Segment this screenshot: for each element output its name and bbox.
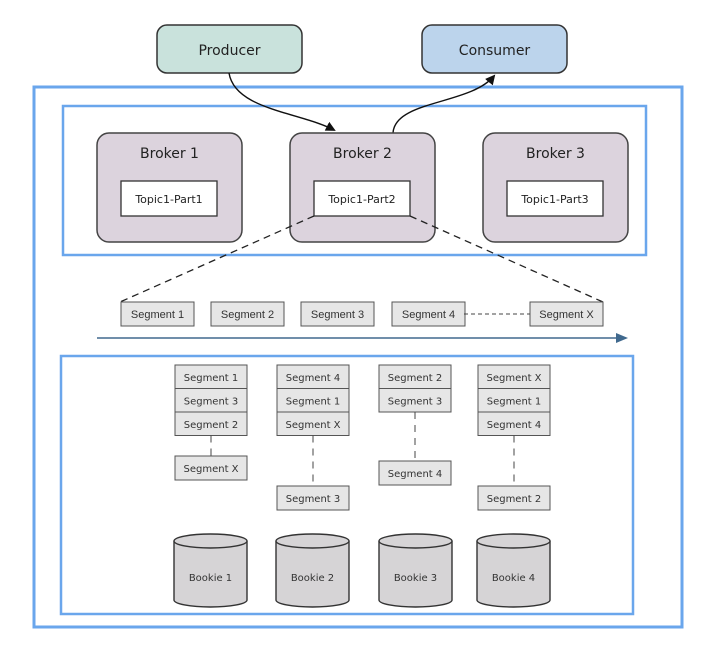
segment-label: Segment 2 — [184, 420, 239, 431]
bookie-3-cylinder-icon: Bookie 3 — [378, 533, 453, 608]
topic-partition: Topic1-Part3 — [506, 180, 604, 217]
timeline-segment: Segment 1 — [120, 301, 195, 327]
broker-1: Broker 1 Topic1-Part1 — [96, 132, 243, 243]
producer-node: Producer — [156, 24, 303, 74]
segment-label: Segment 1 — [286, 397, 341, 408]
segment-label: Segment 1 — [184, 373, 239, 384]
bookie-2-cylinder-icon: Bookie 2 — [275, 533, 350, 608]
segment-label: Segment 1 — [487, 397, 542, 408]
segment-label: Segment 3 — [311, 309, 364, 321]
stored-segment: Segment 3 — [174, 388, 248, 413]
segment-label: Segment X — [183, 464, 238, 475]
stored-segment: Segment 1 — [276, 388, 350, 413]
segment-label: Segment 3 — [184, 397, 239, 408]
stored-segment: Segment X — [477, 364, 551, 389]
broker-2: Broker 2 Topic1-Part2 — [289, 132, 436, 243]
topic-partition-label: Topic1-Part3 — [520, 193, 588, 206]
bookie-1-cylinder-icon: Bookie 1 — [173, 533, 248, 608]
consume-arrow — [392, 74, 496, 134]
stored-segment: Segment 2 — [174, 411, 248, 436]
stored-segment: Segment 2 — [378, 364, 452, 389]
stored-segment: Segment 2 — [477, 485, 551, 511]
bookie-label: Bookie 3 — [394, 573, 437, 584]
timeline-segment: Segment 4 — [391, 301, 466, 327]
pulsar-architecture-diagram: Producer Consumer Broker 1Topic1-Part1Br… — [32, 24, 684, 629]
topic-partition-label: Topic1-Part2 — [327, 193, 395, 206]
segment-label: Segment 2 — [388, 373, 443, 384]
stored-segment: Segment X — [276, 411, 350, 436]
stored-segment: Segment 1 — [477, 388, 551, 413]
segment-label: Segment 4 — [286, 373, 341, 384]
broker-3: Broker 3 Topic1-Part3 — [482, 132, 629, 243]
bookie-label: Bookie 4 — [492, 573, 535, 584]
stored-segment: Segment X — [174, 455, 248, 481]
timeline-segment: Segment X — [529, 301, 604, 327]
segment-label: Segment 3 — [286, 494, 341, 505]
broker-label: Broker 1 — [140, 146, 199, 162]
segment-label: Segment 2 — [487, 494, 542, 505]
bookie-segment-stack-4: Segment X Segment 1 Segment 4 Segment 2 — [477, 364, 551, 511]
stored-segment: Segment 4 — [378, 460, 452, 486]
topic-partition: Topic1-Part2 — [313, 180, 411, 217]
bookie-label: Bookie 1 — [189, 573, 232, 584]
broker-label: Broker 3 — [526, 146, 585, 162]
timeline-segment: Segment 2 — [210, 301, 285, 327]
stored-segment: Segment 3 — [276, 485, 350, 511]
stored-segment: Segment 1 — [174, 364, 248, 389]
bookie-4-cylinder-icon: Bookie 4 — [476, 533, 551, 608]
broker-label: Broker 2 — [333, 146, 392, 162]
segment-label: Segment 1 — [131, 309, 184, 321]
segment-label: Segment 4 — [388, 469, 443, 480]
timeline-segment: Segment 3 — [300, 301, 375, 327]
segment-label: Segment X — [539, 309, 594, 321]
bookie-segment-stack-3: Segment 2 Segment 3 Segment 4 — [378, 364, 452, 486]
consumer-node: Consumer — [421, 24, 568, 74]
segment-label: Segment 2 — [221, 309, 274, 321]
stored-segment: Segment 4 — [276, 364, 350, 389]
bookie-label: Bookie 2 — [291, 573, 334, 584]
topic-partition-label: Topic1-Part1 — [134, 193, 202, 206]
stored-segment: Segment 4 — [477, 411, 551, 436]
segment-label: Segment 4 — [487, 420, 542, 431]
producer-label: Producer — [198, 43, 260, 59]
topic-partition: Topic1-Part1 — [120, 180, 218, 217]
produce-arrow — [228, 72, 336, 131]
bookie-segment-stack-2: Segment 4 Segment 1 Segment X Segment 3 — [276, 364, 350, 511]
segment-label: Segment X — [285, 420, 340, 431]
segment-label: Segment 3 — [388, 397, 443, 408]
segment-label: Segment 4 — [402, 309, 455, 321]
stored-segment: Segment 3 — [378, 388, 452, 413]
bookie-segment-stack-1: Segment 1 Segment 3 Segment 2 Segment X — [174, 364, 248, 481]
segment-label: Segment X — [486, 373, 541, 384]
consumer-label: Consumer — [459, 43, 531, 59]
